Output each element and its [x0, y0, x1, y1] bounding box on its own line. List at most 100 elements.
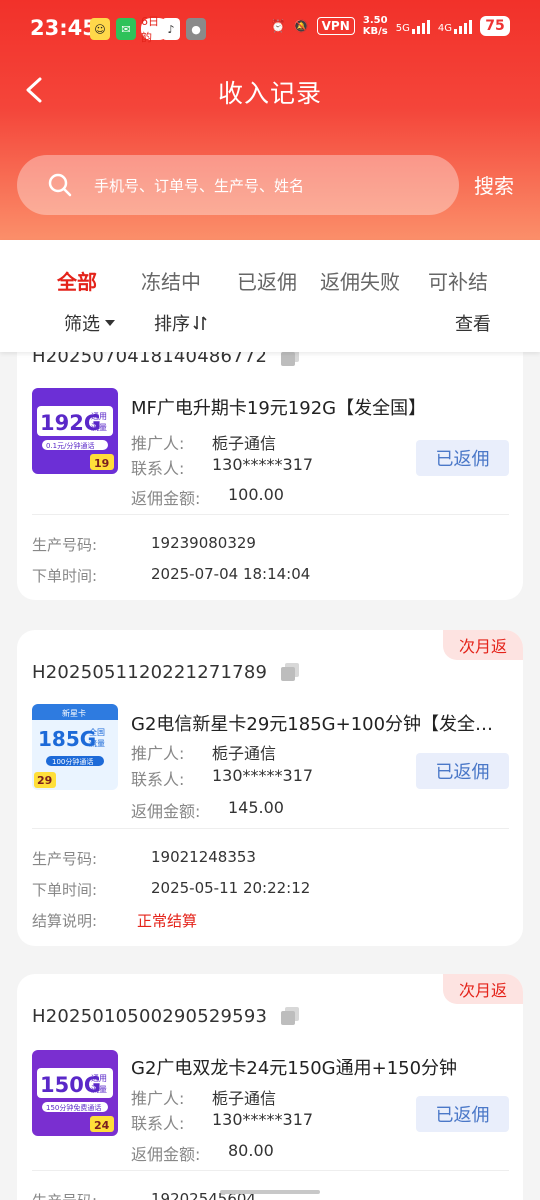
product-name: G2广电双龙卡24元150G通用+150分钟: [131, 1058, 458, 1079]
order-time-value: 2025-07-04 18:14:04: [151, 565, 311, 583]
thumb-sub: 100分钟通话: [52, 757, 93, 766]
production-no-label: 生产号码:: [32, 1190, 97, 1200]
order-time-label: 下单时间:: [32, 567, 98, 585]
amount-value: 80.00: [228, 1141, 274, 1160]
header-background: 23:45 ☺ ✉ 6日韵 ♪ ● ⏰ 🔕 VPN 3.50 KB/s 5G 4G…: [0, 0, 540, 240]
avatar-icon: ●: [186, 18, 206, 40]
divider: [32, 1170, 509, 1171]
search-button[interactable]: 搜索: [474, 170, 514, 199]
search-icon: [48, 173, 72, 197]
battery-icon: 75: [480, 16, 510, 36]
tiktok-icon: ♪: [162, 18, 180, 40]
speed-unit: KB/s: [362, 26, 388, 37]
order-list: H2025070418140486772 192G 通用 流量 0.1元/分钟通…: [0, 352, 540, 1200]
home-indicator[interactable]: [220, 1190, 320, 1194]
copy-icon[interactable]: [279, 1005, 301, 1027]
thumb-side-bottom: 流量: [91, 422, 107, 432]
contact-label: 联系人:: [131, 459, 185, 478]
product-thumbnail: 新星卡 185G 全国 流量 100分钟通话 29: [32, 704, 118, 790]
status-right-group: ⏰ 🔕 VPN 3.50 KB/s 5G 4G 75: [271, 15, 510, 37]
status-bar: 23:45 ☺ ✉ 6日韵 ♪ ● ⏰ 🔕 VPN 3.50 KB/s 5G 4G…: [0, 0, 540, 58]
promoter-label: 推广人:: [131, 1089, 185, 1108]
thumb-price: 24: [94, 1119, 110, 1132]
status-button[interactable]: 已返佣: [416, 753, 509, 789]
promoter-label: 推广人:: [131, 744, 185, 763]
thumb-side-top: 通用: [91, 1073, 107, 1083]
app-notification-icon: ☺: [90, 18, 110, 40]
amount-label: 返佣金额:: [131, 489, 201, 508]
thumb-price: 29: [37, 774, 52, 787]
thumb-sub: 150分钟免费通话: [46, 1103, 101, 1112]
speed-value: 3.50: [362, 15, 388, 26]
product-name: MF广电升期卡19元192G【发全国】: [131, 398, 427, 419]
copy-icon[interactable]: [279, 661, 301, 683]
next-month-tag: 次月返: [443, 974, 523, 1004]
status-button[interactable]: 已返佣: [416, 1096, 509, 1132]
mute-icon: 🔕: [293, 19, 309, 33]
production-no-label: 生产号码:: [32, 536, 98, 554]
product-name: G2电信新星卡29元185G+100分钟【发全国】: [131, 714, 509, 735]
contact-label: 联系人:: [131, 770, 185, 789]
thumb-side-top: 通用: [91, 411, 107, 421]
caret-down-icon: [105, 320, 115, 326]
contact-value: 130*****317: [212, 1110, 314, 1129]
order-number: H2025010500290529593: [32, 1006, 268, 1027]
order-number: H2025051120221271789: [32, 662, 268, 683]
next-month-tag: 次月返: [443, 630, 523, 660]
tab-rebate-failed[interactable]: 返佣失败: [320, 266, 400, 295]
search-placeholder: 手机号、订单号、生产号、姓名: [94, 177, 305, 195]
search-input[interactable]: 手机号、订单号、生产号、姓名: [17, 155, 459, 215]
signal-5g: 5G: [396, 18, 430, 34]
product-thumbnail: 150G 通用 流量 150分钟免费通话 24: [32, 1050, 118, 1136]
contact-label: 联系人:: [131, 1114, 185, 1133]
network-speed: 3.50 KB/s: [363, 15, 388, 37]
thumb-side-bottom: 流量: [89, 738, 105, 748]
thumb-badge: 新星卡: [62, 708, 86, 718]
filter-label: 筛选: [64, 314, 100, 335]
view-button[interactable]: 查看: [455, 310, 491, 336]
thumb-big: 185G: [38, 727, 96, 751]
copy-icon[interactable]: [279, 352, 301, 368]
net-label-4g: 4G: [437, 23, 452, 34]
thumb-sub: 0.1元/分钟通话: [46, 441, 95, 450]
thumb-side-bottom: 流量: [91, 1084, 107, 1094]
wechat-icon: ✉: [116, 18, 136, 40]
filter-button[interactable]: 筛选: [64, 310, 115, 336]
nav-bar: 收入记录: [0, 60, 540, 120]
clock: 23:45: [30, 16, 97, 40]
tab-rebated[interactable]: 已返佣: [237, 266, 297, 295]
order-card[interactable]: 次月返 H2025051120221271789 新星卡 185G 全国 流量 …: [17, 630, 523, 946]
promoter-value: 栀子通信: [212, 1089, 277, 1108]
contact-value: 130*****317: [212, 766, 314, 785]
promoter-value: 栀子通信: [212, 434, 277, 453]
tab-resettle[interactable]: 可补结: [428, 266, 488, 295]
sort-button[interactable]: 排序: [154, 310, 207, 336]
thumb-price: 19: [94, 457, 109, 470]
filter-tabs-panel: 全部 冻结中 已返佣 返佣失败 可补结 筛选 排序 查看: [0, 240, 540, 352]
tab-frozen[interactable]: 冻结中: [141, 266, 201, 295]
status-button[interactable]: 已返佣: [416, 440, 509, 476]
order-card[interactable]: 次月返 H2025010500290529593 150G 通用 流量 150分…: [17, 974, 523, 1200]
contact-value: 130*****317: [212, 455, 314, 474]
signal-4g: 4G: [438, 18, 472, 34]
amount-value: 100.00: [228, 485, 284, 504]
order-card[interactable]: H2025070418140486772 192G 通用 流量 0.1元/分钟通…: [17, 352, 523, 600]
production-no-value: 19239080329: [151, 534, 256, 552]
settle-note-value: 正常结算: [137, 912, 198, 930]
amount-label: 返佣金额:: [131, 802, 201, 821]
page-title: 收入记录: [217, 79, 322, 108]
tab-all[interactable]: 全部: [57, 266, 97, 295]
amount-label: 返佣金额:: [131, 1145, 201, 1164]
net-label-5g: 5G: [395, 23, 410, 34]
production-no-value: 19021248353: [151, 848, 256, 866]
settle-note-label: 结算说明:: [32, 912, 98, 930]
order-time-value: 2025-05-11 20:22:12: [151, 879, 311, 897]
divider: [32, 828, 509, 829]
thumb-side-top: 全国: [89, 727, 105, 737]
sort-arrows-icon: [193, 316, 207, 330]
divider: [32, 514, 509, 515]
production-no-label: 生产号码:: [32, 850, 98, 868]
vpn-icon: VPN: [316, 17, 355, 35]
order-time-label: 下单时间:: [32, 881, 98, 899]
sort-label: 排序: [154, 314, 190, 335]
